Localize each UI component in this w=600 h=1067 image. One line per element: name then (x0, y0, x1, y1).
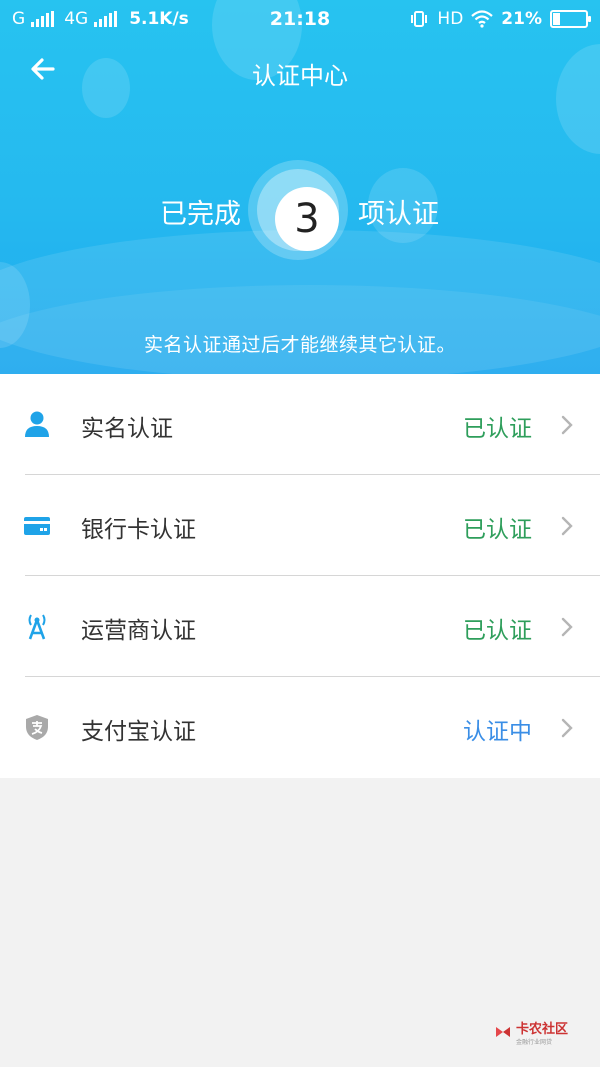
list-item-bank-card[interactable]: 银行卡认证 已认证 (0, 475, 600, 576)
item-label: 实名认证 (81, 416, 173, 442)
verification-summary: 已完成 3 项认证 (0, 160, 600, 260)
chevron-right-icon (561, 415, 573, 435)
watermark-icon (495, 1027, 510, 1037)
list-item-real-name[interactable]: 实名认证 已认证 (0, 374, 600, 475)
summary-suffix: 项认证 (358, 199, 439, 230)
item-label: 支付宝认证 (81, 719, 196, 745)
verification-list: 实名认证 已认证 银行卡认证 已认证 运营商认证 已认证 支付宝认证 认证中 (0, 374, 600, 778)
count-badge: 3 (248, 160, 348, 260)
vibrate-icon (411, 11, 428, 27)
watermark-text: 卡农社区 金融行业网贷 (515, 1022, 568, 1046)
status-badge: 已认证 (463, 416, 532, 442)
battery-fill (553, 13, 560, 25)
header-banner: G 4G 5.1K/s 21:18 HD 21% 认证中心 已完成 3 项认证 … (0, 0, 600, 374)
hd-label: HD (437, 9, 464, 29)
bank-card-icon (24, 517, 50, 535)
summary-prefix: 已完成 (160, 199, 241, 230)
page-title: 认证中心 (252, 62, 348, 90)
nav-bar: 认证中心 (0, 48, 600, 92)
status-badge: 已认证 (463, 517, 532, 543)
item-label: 运营商认证 (81, 618, 196, 644)
alipay-shield-icon (26, 715, 48, 740)
chevron-right-icon (561, 718, 573, 738)
list-item-alipay[interactable]: 支付宝认证 认证中 (0, 677, 600, 778)
status-badge: 已认证 (463, 618, 532, 644)
chevron-right-icon (561, 516, 573, 536)
item-label: 银行卡认证 (81, 517, 196, 543)
list-item-carrier[interactable]: 运营商认证 已认证 (0, 576, 600, 677)
wifi-icon (471, 10, 494, 28)
status-badge: 认证中 (463, 719, 532, 745)
header-note: 实名认证通过后才能继续其它认证。 (143, 334, 456, 356)
battery-icon (550, 10, 591, 28)
antenna-icon (28, 614, 46, 640)
completed-count: 3 (275, 187, 339, 251)
watermark-subtext: 金融行业网贷 (515, 1039, 552, 1046)
status-bar: G 4G 5.1K/s 21:18 HD 21% (0, 0, 600, 40)
person-icon (25, 411, 49, 437)
battery-percent: 21% (501, 9, 542, 29)
watermark-logo: 卡农社区 金融行业网贷 (494, 1018, 568, 1046)
chevron-right-icon (561, 617, 573, 637)
